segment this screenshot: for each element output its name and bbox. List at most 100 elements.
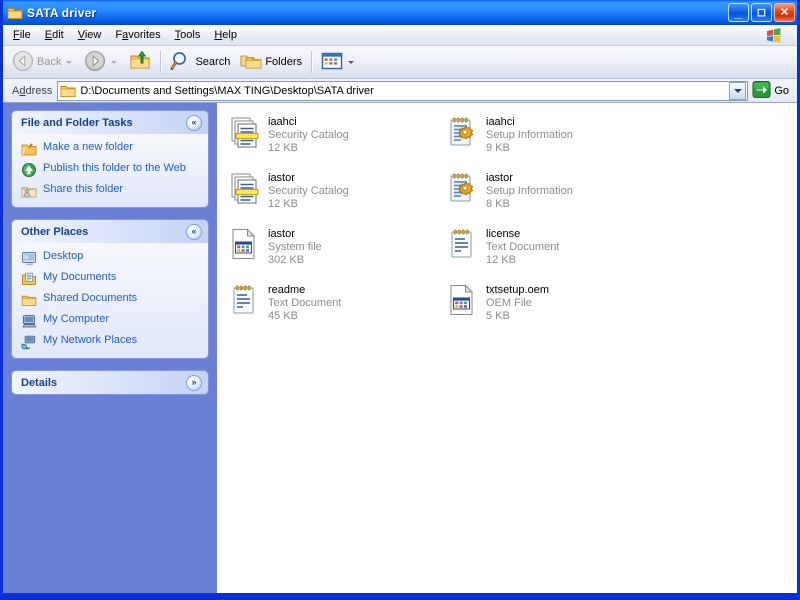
place-label: My Documents	[43, 271, 116, 284]
menu-help[interactable]: Help	[207, 27, 244, 43]
security-catalog-icon	[227, 115, 261, 149]
menu-file[interactable]: File	[6, 27, 38, 43]
system-file-icon	[227, 227, 261, 261]
file-item[interactable]: txtsetup.oem OEM File 5 KB	[441, 281, 659, 325]
file-grid: iaahci Security Catalog 12 KB	[223, 113, 797, 337]
file-type: OEM File	[486, 297, 549, 310]
close-button[interactable]: ✕	[774, 3, 795, 22]
up-button[interactable]	[124, 48, 156, 76]
panel-header-file-and-folder-tasks[interactable]: File and Folder Tasks «	[12, 111, 208, 134]
go-button[interactable]: Go	[748, 80, 794, 102]
file-item[interactable]: iastor System file 302 KB	[223, 225, 441, 269]
address-input[interactable]: D:\Documents and Settings\MAX TING\Deskt…	[57, 81, 748, 101]
file-list-pane[interactable]: iaahci Security Catalog 12 KB	[217, 103, 797, 593]
back-label: Back	[37, 56, 61, 68]
folders-label: Folders	[265, 56, 302, 68]
file-item[interactable]: iaahci Security Catalog 12 KB	[223, 113, 441, 157]
menu-view[interactable]: View	[71, 27, 109, 43]
forward-button[interactable]	[79, 48, 124, 76]
windows-flag-icon	[756, 26, 792, 45]
minimize-button[interactable]: _	[728, 3, 749, 22]
file-info: license Text Document 12 KB	[486, 227, 559, 267]
my-documents-icon	[21, 271, 37, 287]
folders-icon	[240, 50, 262, 75]
file-item[interactable]: readme Text Document 45 KB	[223, 281, 441, 325]
task-share-this-folder[interactable]: Share this folder	[21, 183, 199, 199]
views-icon	[321, 52, 343, 73]
views-dropdown-icon[interactable]	[348, 61, 354, 64]
panel-title: Other Places	[21, 226, 88, 238]
file-name: iaahci	[486, 116, 573, 129]
address-dropdown-button[interactable]	[729, 82, 746, 100]
collapse-toggle-other-places[interactable]: «	[186, 224, 202, 240]
place-my-computer[interactable]: My Computer	[21, 313, 199, 329]
share-folder-icon	[21, 183, 37, 199]
panel-header-details[interactable]: Details »	[12, 371, 208, 394]
views-button[interactable]	[316, 48, 361, 76]
file-size: 12 KB	[268, 142, 349, 155]
panel-title: Details	[21, 377, 57, 389]
file-item[interactable]: license Text Document 12 KB	[441, 225, 659, 269]
address-value: D:\Documents and Settings\MAX TING\Deskt…	[80, 85, 729, 97]
collapse-toggle-file-and-folder-tasks[interactable]: «	[186, 115, 202, 131]
text-document-icon	[227, 283, 261, 317]
file-name: iastor	[268, 228, 322, 241]
toolbar: Back	[3, 46, 797, 79]
file-info: iastor System file 302 KB	[268, 227, 322, 267]
menu-tools[interactable]: Tools	[168, 27, 208, 43]
place-my-documents[interactable]: My Documents	[21, 271, 199, 287]
back-dropdown-icon[interactable]	[66, 61, 72, 64]
place-desktop[interactable]: Desktop	[21, 250, 199, 266]
go-arrow-icon	[752, 80, 771, 102]
menu-edit[interactable]: Edit	[38, 27, 71, 43]
place-shared-documents[interactable]: Shared Documents	[21, 292, 199, 308]
task-label: Make a new folder	[43, 141, 133, 154]
file-item[interactable]: iastor Setup Information 8 KB	[441, 169, 659, 213]
place-label: My Computer	[43, 313, 109, 326]
task-make-a-new-folder[interactable]: Make a new folder	[21, 141, 199, 157]
file-size: 8 KB	[486, 198, 573, 211]
chevron-up-icon: «	[191, 118, 196, 127]
go-label: Go	[774, 85, 789, 97]
search-button[interactable]: Search	[165, 48, 235, 76]
folders-button[interactable]: Folders	[235, 48, 307, 76]
forward-dropdown-icon[interactable]	[111, 61, 117, 64]
maximize-button[interactable]: ◻	[751, 3, 772, 22]
file-type: Text Document	[268, 297, 341, 310]
file-info: readme Text Document 45 KB	[268, 283, 341, 323]
window-bottom-edge	[3, 593, 797, 597]
text-document-icon	[445, 227, 479, 261]
window-title: SATA driver	[27, 6, 728, 20]
file-info: iaahci Security Catalog 12 KB	[268, 115, 349, 155]
my-computer-icon	[21, 313, 37, 329]
file-name: iaahci	[268, 116, 349, 129]
file-type: Setup Information	[486, 129, 573, 142]
file-type: Security Catalog	[268, 185, 349, 198]
forward-arrow-icon	[84, 50, 106, 75]
file-info: txtsetup.oem OEM File 5 KB	[486, 283, 549, 323]
menu-favorites[interactable]: Favorites	[108, 27, 167, 43]
place-my-network-places[interactable]: My Network Places	[21, 334, 199, 350]
folder-icon	[7, 5, 23, 21]
task-pane: File and Folder Tasks «	[3, 103, 217, 593]
file-item[interactable]: iastor Security Catalog 12 KB	[223, 169, 441, 213]
toolbar-separator	[160, 51, 161, 73]
window-controls: _ ◻ ✕	[728, 3, 795, 22]
back-button[interactable]: Back	[7, 48, 79, 76]
expand-toggle-details[interactable]: »	[186, 375, 202, 391]
security-catalog-icon	[227, 171, 261, 205]
chevron-down-icon: »	[191, 378, 196, 387]
file-size: 12 KB	[268, 198, 349, 211]
file-size: 302 KB	[268, 254, 322, 267]
shared-documents-icon	[21, 292, 37, 308]
file-name: iastor	[268, 172, 349, 185]
panel-other-places: Other Places «	[12, 220, 208, 358]
explorer-window: SATA driver _ ◻ ✕ File Edit View Favorit…	[0, 0, 800, 600]
system-file-icon	[445, 283, 479, 317]
explorer-body: File and Folder Tasks «	[3, 103, 797, 593]
task-publish-this-folder-to-the-web[interactable]: Publish this folder to the Web	[21, 162, 199, 178]
file-item[interactable]: iaahci Setup Information 9 KB	[441, 113, 659, 157]
task-label: Publish this folder to the Web	[43, 162, 186, 175]
panel-header-other-places[interactable]: Other Places «	[12, 220, 208, 243]
file-size: 5 KB	[486, 310, 549, 323]
